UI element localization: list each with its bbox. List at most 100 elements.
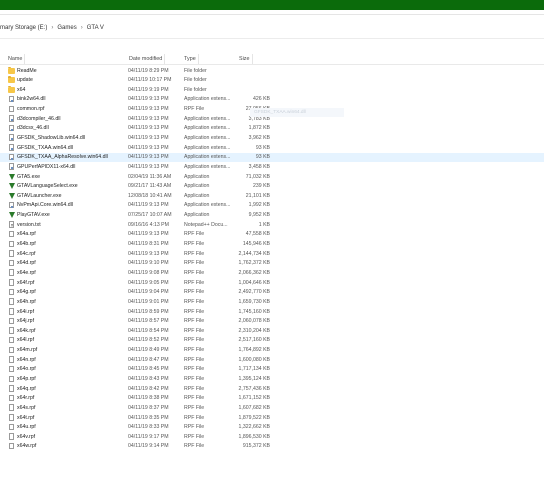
- file-row[interactable]: x64p.rpf 04/11/19 8:43 PM RPF File 1,395,12…: [0, 375, 544, 385]
- folder-icon: [8, 85, 15, 93]
- breadcrumb-item-drive[interactable]: mary Storage (E:): [0, 25, 47, 31]
- file-name: d3dcompiler_46.dll: [17, 115, 61, 122]
- file-row[interactable]: x64k.rpf 04/11/19 8:54 PM RPF File 2,310,20…: [0, 326, 544, 336]
- file-row[interactable]: x64r.rpf 04/11/19 8:38 PM RPF File 1,671,15…: [0, 394, 544, 404]
- file-row[interactable]: GPUPerfAPIDX11-x64.dll 04/11/19 9:13 PM Ap…: [0, 162, 544, 172]
- file-row[interactable]: GFSDK_TXAA_AlphaResolve.win64.dll 04/11/1…: [0, 152, 544, 163]
- file-date-modified: 04/11/19 9:13 PM: [128, 106, 169, 113]
- file-row[interactable]: x64b.rpf 04/11/19 8:31 PM RPF File 145,946 …: [0, 240, 544, 250]
- file-name: ReadMe: [17, 67, 37, 74]
- file-date-modified: 12/08/18 10:41 AM: [128, 192, 172, 199]
- file-icon: [9, 385, 14, 392]
- file-row[interactable]: bink2w64.dll 04/11/19 9:13 PM Application …: [0, 95, 544, 105]
- file-row[interactable]: GTA5.exe 02/04/19 11:36 AM Application 71,0…: [0, 172, 544, 182]
- file-name: x64t.rpf: [17, 414, 35, 421]
- file-size: 1,896,530 KB: [238, 433, 270, 440]
- file-size: 426 KB: [252, 96, 270, 103]
- column-header-date[interactable]: Date modified: [127, 54, 166, 64]
- file-row[interactable]: x64 04/11/19 9:19 PM File folder: [0, 85, 544, 95]
- file-row[interactable]: x64l.rpf 04/11/19 8:52 PM RPF File 2,517,16…: [0, 336, 544, 346]
- file-type: RPF File: [184, 289, 205, 296]
- file-row[interactable]: x64s.rpf 04/11/19 8:37 PM RPF File 1,607,68…: [0, 403, 544, 413]
- breadcrumb-item-games[interactable]: Games: [57, 25, 76, 31]
- column-header-size[interactable]: Size: [237, 54, 252, 64]
- file-row[interactable]: x64g.rpf 04/11/19 9:04 PM RPF File 2,492,77…: [0, 288, 544, 298]
- file-name: version.txt: [17, 221, 41, 228]
- file-row[interactable]: x64n.rpf 04/11/19 8:47 PM RPF File 1,600,08…: [0, 355, 544, 365]
- file-icon: [9, 442, 14, 450]
- folder-icon: [8, 76, 15, 84]
- file-name: x64q.rpf: [17, 385, 36, 392]
- file-row[interactable]: x64i.rpf 04/11/19 8:59 PM RPF File 1,745,16…: [0, 307, 544, 317]
- file-date-modified: 04/11/19 10:17 PM: [128, 77, 172, 84]
- file-row[interactable]: GFSDK_TXAA.win64.dll 04/11/19 9:13 PM Appl…: [0, 143, 544, 153]
- file-date-modified: 04/11/19 8:59 PM: [128, 308, 169, 315]
- file-icon: [9, 298, 14, 305]
- file-size: 1,717,134 KB: [238, 366, 270, 373]
- file-date-modified: 04/11/19 8:31 PM: [128, 241, 169, 248]
- file-name: x64u.rpf: [17, 424, 36, 431]
- file-row[interactable]: version.txt 09/16/16 4:13 PM Notepad++ Doc…: [0, 220, 544, 230]
- file-date-modified: 04/11/19 9:13 PM: [128, 125, 169, 132]
- file-size: 239 KB: [252, 183, 270, 190]
- file-row[interactable]: x64j.rpf 04/11/19 8:57 PM RPF File 2,060,07…: [0, 317, 544, 327]
- file-row[interactable]: x64v.rpf 04/11/19 9:17 PM RPF File 1,896,53…: [0, 432, 544, 442]
- file-row[interactable]: update 04/11/19 10:17 PM File folder: [0, 76, 544, 86]
- file-size: 3,962 KB: [248, 134, 270, 141]
- file-date-modified: 07/25/17 10:07 AM: [128, 212, 172, 219]
- file-row[interactable]: d3dcsx_46.dll 04/11/19 9:13 PM Application…: [0, 124, 544, 134]
- file-type: RPF File: [184, 366, 205, 373]
- file-row[interactable]: x64f.rpf 04/11/19 9:05 PM RPF File 1,004,64…: [0, 278, 544, 288]
- file-row[interactable]: PlayGTAV.exe 07/25/17 10:07 AM Application…: [0, 211, 544, 221]
- file-row[interactable]: x64h.rpf 04/11/19 9:01 PM RPF File 1,659,73…: [0, 297, 544, 307]
- file-name: x64k.rpf: [17, 327, 36, 334]
- file-date-modified: 04/11/19 9:13 PM: [128, 250, 169, 257]
- file-date-modified: 04/11/19 8:52 PM: [128, 337, 169, 344]
- file-name: x64m.rpf: [17, 347, 38, 354]
- file-name: GFSDK_TXAA.win64.dll: [17, 144, 73, 151]
- file-size: 2,060,078 KB: [238, 318, 270, 325]
- file-row[interactable]: x64o.rpf 04/11/19 8:45 PM RPF File 1,717,13…: [0, 365, 544, 375]
- file-row[interactable]: x64d.rpf 04/11/19 9:10 PM RPF File 1,762,37…: [0, 259, 544, 269]
- file-type: RPF File: [184, 376, 205, 382]
- file-type: Application extens...: [184, 115, 231, 122]
- file-date-modified: 04/11/19 9:04 PM: [128, 289, 169, 296]
- file-type: RPF File: [184, 395, 205, 402]
- file-type: RPF File: [184, 337, 205, 344]
- file-type: Application extens...: [184, 154, 231, 161]
- file-row[interactable]: GTAVLauncher.exe 12/08/18 10:41 AM Applica…: [0, 191, 544, 201]
- file-type: RPF File: [184, 241, 205, 248]
- file-row[interactable]: x64q.rpf 04/11/19 8:42 PM RPF File 2,757,43…: [0, 384, 544, 394]
- file-row[interactable]: x64t.rpf 04/11/19 8:35 PM RPF File 1,879,52…: [0, 413, 544, 423]
- file-row[interactable]: x64e.rpf 04/11/19 9:08 PM RPF File 2,066,36…: [0, 268, 544, 278]
- file-row[interactable]: GTAVLanguageSelect.exe 09/21/17 11:43 AM A…: [0, 182, 544, 192]
- file-row[interactable]: x64m.rpf 04/11/19 8:49 PM RPF File 1,764,89…: [0, 346, 544, 356]
- file-date-modified: 04/11/19 9:13 PM: [128, 231, 169, 238]
- file-date-modified: 04/11/19 8:43 PM: [128, 376, 169, 382]
- breadcrumb[interactable]: mary Storage (E:) › Games › GTA V: [0, 21, 104, 35]
- file-row[interactable]: GFSDK_ShadowLib.win64.dll 04/11/19 9:13 P…: [0, 133, 544, 143]
- file-icon: [9, 346, 14, 354]
- file-type: RPF File: [184, 250, 205, 257]
- dll-icon: [9, 115, 14, 122]
- file-type: RPF File: [184, 443, 205, 450]
- chevron-right-icon: ›: [80, 25, 83, 31]
- file-row[interactable]: NvPmApi.Core.win64.dll 04/11/19 9:13 PM Ap…: [0, 201, 544, 211]
- file-size: 1,879,522 KB: [238, 414, 270, 421]
- breadcrumb-item-gtav[interactable]: GTA V: [87, 25, 104, 31]
- file-row[interactable]: x64w.rpf 04/11/19 9:14 PM RPF File 915,372 …: [0, 442, 544, 452]
- file-row[interactable]: ReadMe 04/11/19 8:29 PM File folder: [0, 66, 544, 76]
- file-type: RPF File: [184, 385, 205, 392]
- gta-exe-icon: [8, 212, 15, 219]
- file-size: 1,004,646 KB: [238, 279, 270, 286]
- gta-exe-icon: [8, 183, 15, 190]
- file-row[interactable]: x64a.rpf 04/11/19 9:13 PM RPF File 47,558 K…: [0, 230, 544, 240]
- file-type: Application extens...: [184, 163, 231, 170]
- file-date-modified: 04/11/19 8:45 PM: [128, 366, 169, 373]
- column-header-name[interactable]: Name: [6, 54, 26, 64]
- column-header-type[interactable]: Type: [182, 54, 199, 64]
- file-row[interactable]: x64c.rpf 04/11/19 9:13 PM RPF File 2,144,73…: [0, 249, 544, 259]
- file-row[interactable]: x64u.rpf 04/11/19 8:33 PM RPF File 1,322,66…: [0, 423, 544, 433]
- file-size: 2,492,770 KB: [238, 289, 270, 296]
- file-type: RPF File: [184, 347, 205, 354]
